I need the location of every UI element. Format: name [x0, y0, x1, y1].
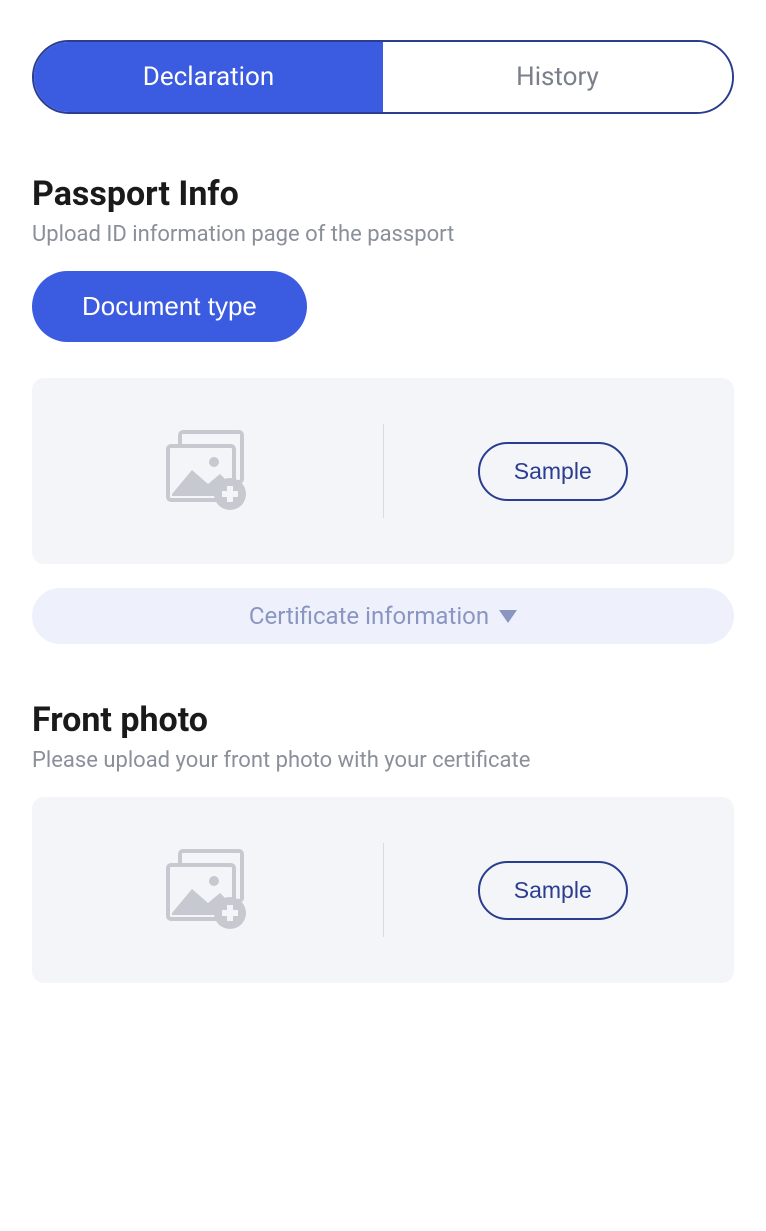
certificate-info-toggle[interactable]: Certificate information [32, 588, 734, 644]
tab-history[interactable]: History [383, 42, 732, 112]
certificate-info-label: Certificate information [249, 602, 489, 630]
passport-sample-area: Sample [396, 424, 711, 518]
passport-title: Passport Info [32, 174, 734, 214]
tab-bar: Declaration History [32, 40, 734, 114]
passport-upload-area[interactable] [56, 424, 371, 518]
front-photo-section: Front photo Please upload your front pho… [32, 700, 734, 983]
front-photo-sample-button[interactable]: Sample [478, 861, 628, 920]
upload-image-icon [158, 843, 268, 937]
tab-declaration[interactable]: Declaration [34, 42, 383, 112]
panel-divider [383, 843, 384, 937]
upload-image-icon [158, 424, 268, 518]
front-photo-upload-area[interactable] [56, 843, 371, 937]
chevron-down-icon [499, 610, 517, 623]
front-photo-upload-panel: Sample [32, 797, 734, 983]
front-photo-sample-area: Sample [396, 843, 711, 937]
passport-subtitle: Upload ID information page of the passpo… [32, 222, 734, 247]
passport-sample-button[interactable]: Sample [478, 442, 628, 501]
passport-section: Passport Info Upload ID information page… [32, 174, 734, 644]
document-type-button[interactable]: Document type [32, 271, 307, 342]
front-photo-title: Front photo [32, 700, 734, 740]
panel-divider [383, 424, 384, 518]
front-photo-subtitle: Please upload your front photo with your… [32, 748, 734, 773]
passport-upload-panel: Sample [32, 378, 734, 564]
